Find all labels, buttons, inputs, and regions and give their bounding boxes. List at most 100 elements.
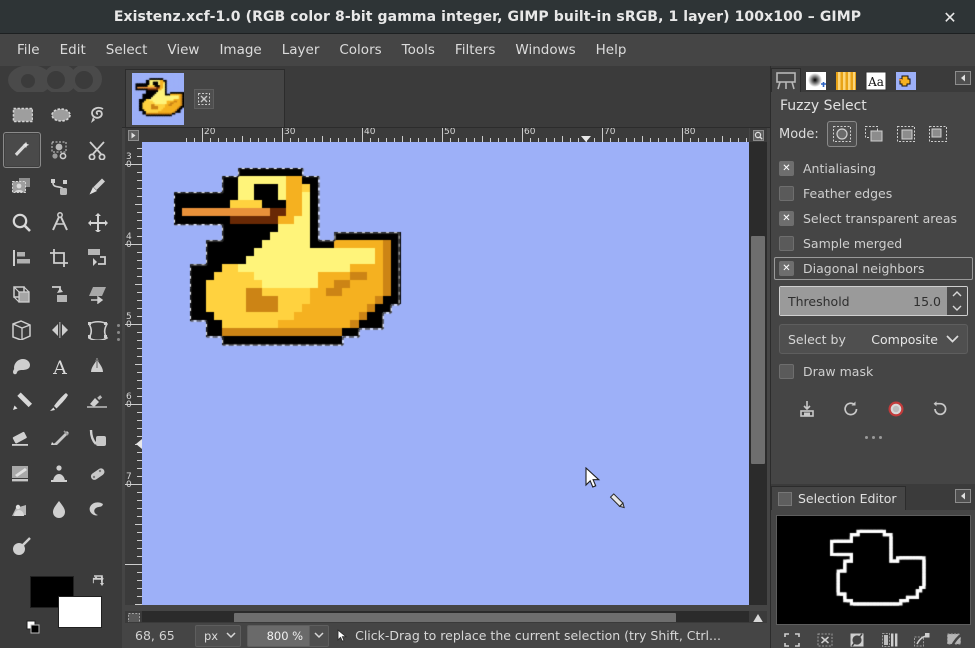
stroke-selection-button[interactable] xyxy=(942,629,968,648)
select-none-button[interactable] xyxy=(812,629,838,648)
toolbox-overflow-grip[interactable] xyxy=(117,324,120,341)
menu-help[interactable]: Help xyxy=(587,38,636,62)
menu-filters[interactable]: Filters xyxy=(446,38,504,62)
save-to-channel-button[interactable] xyxy=(877,629,903,648)
select-transparent-areas-checkbox-row[interactable]: Select transparent areas xyxy=(779,206,968,231)
zoom-control[interactable]: 800 % xyxy=(247,625,329,647)
unit-selector[interactable]: px xyxy=(195,625,241,647)
dock-tab-gradients[interactable] xyxy=(831,68,861,92)
heal-tool[interactable] xyxy=(79,456,117,492)
image-canvas[interactable] xyxy=(142,142,749,605)
selection-editor-tab[interactable]: Selection Editor xyxy=(771,486,906,510)
select-by-dropdown[interactable]: Select by Composite xyxy=(779,324,968,354)
shear-tool[interactable] xyxy=(79,276,117,312)
flip-tool[interactable] xyxy=(41,312,79,348)
zoom-tool[interactable] xyxy=(3,204,41,240)
alignment-tool[interactable] xyxy=(3,240,41,276)
menu-colors[interactable]: Colors xyxy=(330,38,390,62)
menu-layer[interactable]: Layer xyxy=(273,38,329,62)
swap-colors-icon[interactable] xyxy=(92,574,106,588)
to-path-button[interactable] xyxy=(909,629,935,648)
vertical-ruler[interactable]: 3040506070 xyxy=(125,142,142,605)
paintbrush-round-tool[interactable] xyxy=(3,528,41,564)
perspective-tool[interactable] xyxy=(3,312,41,348)
background-color-swatch[interactable] xyxy=(58,596,102,628)
mode-subtract-button[interactable] xyxy=(891,121,921,147)
pencil-tool[interactable] xyxy=(3,384,41,420)
color-picker-tool[interactable] xyxy=(79,168,117,204)
mode-replace-button[interactable] xyxy=(827,121,857,147)
mode-add-button[interactable] xyxy=(859,121,889,147)
menu-tools[interactable]: Tools xyxy=(393,38,444,62)
blur-sharpen-tool[interactable] xyxy=(41,492,79,528)
gradient-tool[interactable] xyxy=(79,348,117,384)
bucket-fill-tool[interactable] xyxy=(3,348,41,384)
reset-colors-icon[interactable] xyxy=(26,620,42,636)
select-by-color-tool[interactable] xyxy=(41,132,79,168)
paintbrush-tool[interactable] xyxy=(41,384,79,420)
antialiasing-checkbox-row[interactable]: Antialiasing xyxy=(779,156,968,181)
antialiasing-checkbox[interactable] xyxy=(779,161,794,176)
eraser-tool[interactable] xyxy=(3,420,41,456)
measure-tool[interactable] xyxy=(41,204,79,240)
dock-tab-tool-options[interactable] xyxy=(771,68,801,92)
select-transparent-areas-checkbox[interactable] xyxy=(779,211,794,226)
crop-tool[interactable] xyxy=(41,240,79,276)
smudge-tool[interactable] xyxy=(3,456,41,492)
move-tool[interactable] xyxy=(79,204,117,240)
perspective-clone-tool[interactable] xyxy=(3,492,41,528)
sample-merged-checkbox[interactable] xyxy=(779,236,794,251)
fuzzy-select-tool[interactable] xyxy=(3,132,41,168)
ruler-origin-button[interactable] xyxy=(125,128,142,142)
warp-transform-tool[interactable] xyxy=(79,312,117,348)
menu-image[interactable]: Image xyxy=(210,38,270,62)
draw-mask-checkbox-row[interactable]: Draw mask xyxy=(779,359,968,384)
scissors-select-tool[interactable] xyxy=(79,132,117,168)
foreground-select-tool[interactable] xyxy=(3,168,41,204)
save-tool-preset-button[interactable] xyxy=(792,396,822,422)
menu-windows[interactable]: Windows xyxy=(506,38,584,62)
airbrush-tool[interactable] xyxy=(79,384,117,420)
vertical-scrollbar[interactable] xyxy=(749,142,767,605)
ink-tool[interactable] xyxy=(41,420,79,456)
image-tab-existenz[interactable] xyxy=(125,69,285,127)
dock-tab-brushes[interactable] xyxy=(801,68,831,92)
draw-mask-checkbox[interactable] xyxy=(779,364,794,379)
horizontal-ruler[interactable]: 20304050607080 xyxy=(142,128,749,142)
threshold-slider[interactable]: Threshold 15.0 xyxy=(779,286,968,316)
rotate-tool[interactable] xyxy=(79,240,117,276)
delete-tool-preset-button[interactable] xyxy=(881,396,911,422)
handle-transform-tool[interactable] xyxy=(41,276,79,312)
vertical-scrollbar-thumb[interactable] xyxy=(751,236,765,464)
selection-mask-preview[interactable] xyxy=(776,515,971,625)
free-select-tool[interactable] xyxy=(79,96,117,132)
text-tool[interactable]: A xyxy=(41,348,79,384)
menu-edit[interactable]: Edit xyxy=(51,38,95,62)
paths-tool[interactable] xyxy=(41,168,79,204)
dock-tab-images[interactable] xyxy=(891,68,921,92)
feather-edges-checkbox[interactable] xyxy=(779,186,794,201)
dodge-burn-tool[interactable] xyxy=(79,492,117,528)
selection-editor-menu-button[interactable] xyxy=(955,489,971,507)
zoom-image-button[interactable] xyxy=(750,128,767,142)
clone-tool[interactable] xyxy=(41,456,79,492)
invert-selection-button[interactable] xyxy=(844,629,870,648)
threshold-spinner[interactable] xyxy=(947,287,967,315)
select-all-button[interactable] xyxy=(779,629,805,648)
mypaint-brush-tool[interactable] xyxy=(79,420,117,456)
diagonal-neighbors-checkbox[interactable] xyxy=(779,261,794,276)
restore-tool-preset-button[interactable] xyxy=(836,396,866,422)
dock-menu-button[interactable] xyxy=(955,71,971,89)
image-tab-close-button[interactable] xyxy=(194,89,214,109)
rectangle-select-tool[interactable] xyxy=(3,96,41,132)
sample-merged-checkbox-row[interactable]: Sample merged xyxy=(779,231,968,256)
dock-tab-fonts[interactable]: Aa xyxy=(861,68,891,92)
mode-intersect-button[interactable] xyxy=(923,121,953,147)
feather-edges-checkbox-row[interactable]: Feather edges xyxy=(779,181,968,206)
reset-tool-options-button[interactable] xyxy=(925,396,955,422)
unified-transform-tool[interactable] xyxy=(3,276,41,312)
menu-select[interactable]: Select xyxy=(97,38,157,62)
menu-file[interactable]: File xyxy=(8,38,49,62)
diagonal-neighbors-checkbox-row[interactable]: Diagonal neighbors xyxy=(774,257,973,280)
menu-view[interactable]: View xyxy=(158,38,208,62)
